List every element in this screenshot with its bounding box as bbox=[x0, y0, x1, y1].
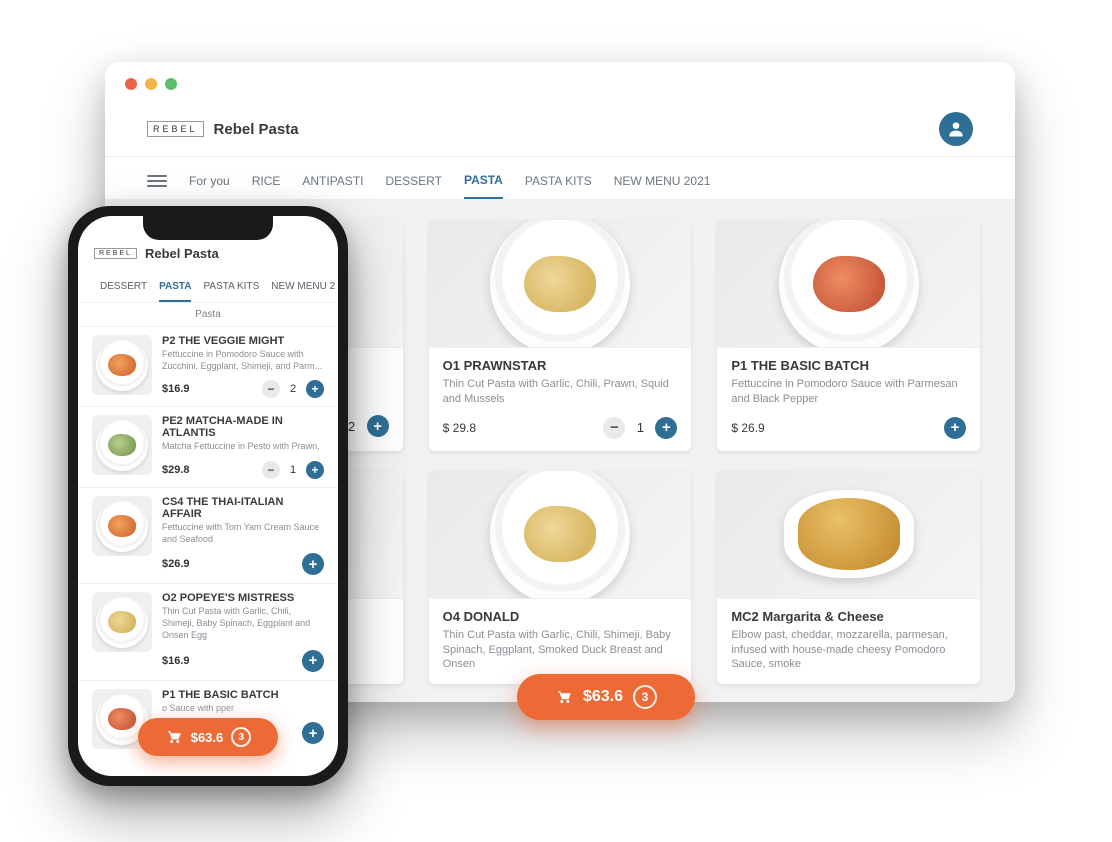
quantity-value: 1 bbox=[288, 464, 298, 476]
card-image bbox=[429, 220, 692, 348]
card-title: MC2 Margarita & Cheese bbox=[731, 609, 966, 624]
phone-notch bbox=[143, 216, 273, 240]
item-title: P1 THE BASIC BATCH bbox=[162, 689, 324, 701]
cart-total: $63.6 bbox=[583, 688, 623, 706]
list-item[interactable]: O2 POPEYE'S MISTRESS Thin Cut Pasta with … bbox=[78, 583, 338, 679]
mobile-cart-button[interactable]: $63.6 3 bbox=[138, 718, 278, 756]
add-button[interactable]: + bbox=[302, 650, 324, 672]
increment-button[interactable]: + bbox=[306, 380, 324, 398]
menu-icon[interactable] bbox=[147, 175, 167, 187]
menu-card[interactable]: O1 PRAWNSTAR Thin Cut Pasta with Garlic, … bbox=[429, 220, 692, 451]
list-item[interactable]: CS4 THE THAI-ITALIAN AFFAIRFettuccine wi… bbox=[78, 487, 338, 583]
decrement-button[interactable]: − bbox=[262, 380, 280, 398]
mobile-item-list: P2 THE VEGGIE MIGHT Fettuccine in Pomodor… bbox=[78, 326, 338, 757]
item-description: Matcha Fettuccine in Pesto with Prawn, bbox=[162, 441, 324, 453]
item-price: $29.8 bbox=[162, 464, 190, 476]
quantity-value: 2 bbox=[288, 383, 298, 395]
minimize-dot[interactable] bbox=[145, 78, 157, 90]
tab-dessert[interactable]: DESSERT bbox=[385, 164, 441, 198]
item-image bbox=[92, 415, 152, 475]
menu-card[interactable]: MC2 Margarita & Cheese Elbow past, chedda… bbox=[717, 471, 980, 685]
item-image bbox=[92, 335, 152, 395]
increment-button[interactable]: + bbox=[655, 417, 677, 439]
card-price: $ 26.9 bbox=[731, 421, 764, 435]
menu-card[interactable]: O4 DONALD Thin Cut Pasta with Garlic, Chi… bbox=[429, 471, 692, 685]
cart-icon bbox=[165, 728, 183, 746]
cart-button[interactable]: $63.6 3 bbox=[517, 674, 695, 720]
mobile-tab-pasta-kits[interactable]: PASTA KITS bbox=[203, 273, 259, 302]
tab-for-you[interactable]: For you bbox=[189, 164, 230, 198]
item-description: Fettuccine in Pomodoro Sauce with Zucchi… bbox=[162, 349, 324, 372]
add-button[interactable]: + bbox=[944, 417, 966, 439]
brand-name: Rebel Pasta bbox=[214, 121, 299, 138]
card-price: $ 29.8 bbox=[443, 421, 476, 435]
mobile-brand-logo: REBEL bbox=[94, 248, 137, 259]
list-item[interactable]: PE2 MATCHA-MADE IN ATLANTIS Matcha Fettuc… bbox=[78, 406, 338, 487]
zoom-dot[interactable] bbox=[165, 78, 177, 90]
increment-button[interactable]: + bbox=[367, 415, 389, 437]
mobile-cart-count: 3 bbox=[231, 727, 251, 747]
item-price: $16.9 bbox=[162, 655, 190, 667]
cart-count: 3 bbox=[633, 685, 657, 709]
item-title: O2 POPEYE'S MISTRESS bbox=[162, 592, 324, 604]
item-price: $16.9 bbox=[162, 383, 190, 395]
mobile-tab-dessert[interactable]: DESSERT bbox=[100, 273, 147, 302]
tab-antipasti[interactable]: ANTIPASTI bbox=[302, 164, 363, 198]
tab-pasta-kits[interactable]: PASTA KITS bbox=[525, 164, 592, 198]
window-controls bbox=[105, 62, 1015, 90]
close-dot[interactable] bbox=[125, 78, 137, 90]
mobile-cart-total: $63.6 bbox=[191, 730, 224, 745]
item-image bbox=[92, 592, 152, 652]
increment-button[interactable]: + bbox=[306, 461, 324, 479]
add-button[interactable]: + bbox=[302, 722, 324, 744]
section-label: Pasta bbox=[78, 303, 338, 326]
decrement-button[interactable]: − bbox=[262, 461, 280, 479]
mobile-tabs: DESSERT PASTA PASTA KITS NEW MENU 2 bbox=[78, 269, 338, 303]
card-description: Thin Cut Pasta with Garlic, Chili, Shime… bbox=[443, 628, 678, 673]
mobile-tab-new-menu-2[interactable]: NEW MENU 2 bbox=[271, 273, 335, 302]
item-title: PE2 MATCHA-MADE IN ATLANTIS bbox=[162, 415, 324, 439]
category-tabs: For you RICE ANTIPASTI DESSERT PASTA PASTA KI… bbox=[105, 156, 1015, 200]
item-description: Thin Cut Pasta with Garlic, Chili, Shime… bbox=[162, 606, 324, 641]
tab-pasta[interactable]: PASTA bbox=[464, 163, 503, 199]
item-price: $26.9 bbox=[162, 558, 190, 570]
brand: REBEL Rebel Pasta bbox=[147, 121, 299, 138]
cart-icon bbox=[555, 688, 573, 706]
mobile-device: REBEL Rebel Pasta DESSERT PASTA PASTA KITS… bbox=[68, 206, 348, 786]
card-image bbox=[717, 220, 980, 348]
account-avatar[interactable] bbox=[939, 112, 973, 146]
item-title: P2 THE VEGGIE MIGHT bbox=[162, 335, 324, 347]
mobile-tab-pasta[interactable]: PASTA bbox=[159, 273, 191, 302]
quantity-value: 2 bbox=[347, 419, 357, 434]
card-description: Thin Cut Pasta with Garlic, Chili, Prawn… bbox=[443, 377, 678, 407]
decrement-button[interactable]: − bbox=[603, 417, 625, 439]
user-icon bbox=[946, 119, 966, 139]
mobile-brand-name: Rebel Pasta bbox=[145, 246, 219, 261]
tab-new-menu-2021[interactable]: NEW MENU 2021 bbox=[614, 164, 711, 198]
card-title: O1 PRAWNSTAR bbox=[443, 358, 678, 373]
add-button[interactable]: + bbox=[302, 553, 324, 575]
tab-rice[interactable]: RICE bbox=[252, 164, 281, 198]
card-image bbox=[717, 471, 980, 599]
item-title: CS4 THE THAI-ITALIAN AFFAIR bbox=[162, 496, 324, 520]
menu-card[interactable]: P1 THE BASIC BATCH Fettuccine in Pomodoro… bbox=[717, 220, 980, 451]
item-description: Fettuccine with Tom Yam Cream Sauce and … bbox=[162, 522, 324, 545]
item-description: o Sauce with pper bbox=[162, 703, 324, 715]
card-image bbox=[429, 471, 692, 599]
item-image bbox=[92, 496, 152, 556]
card-description: Fettuccine in Pomodoro Sauce with Parmes… bbox=[731, 377, 966, 407]
card-title: P1 THE BASIC BATCH bbox=[731, 358, 966, 373]
brand-logo: REBEL bbox=[147, 121, 204, 137]
list-item[interactable]: P2 THE VEGGIE MIGHT Fettuccine in Pomodor… bbox=[78, 326, 338, 406]
card-description: Elbow past, cheddar, mozzarella, parmesa… bbox=[731, 628, 966, 673]
card-title: O4 DONALD bbox=[443, 609, 678, 624]
quantity-value: 1 bbox=[635, 420, 645, 435]
